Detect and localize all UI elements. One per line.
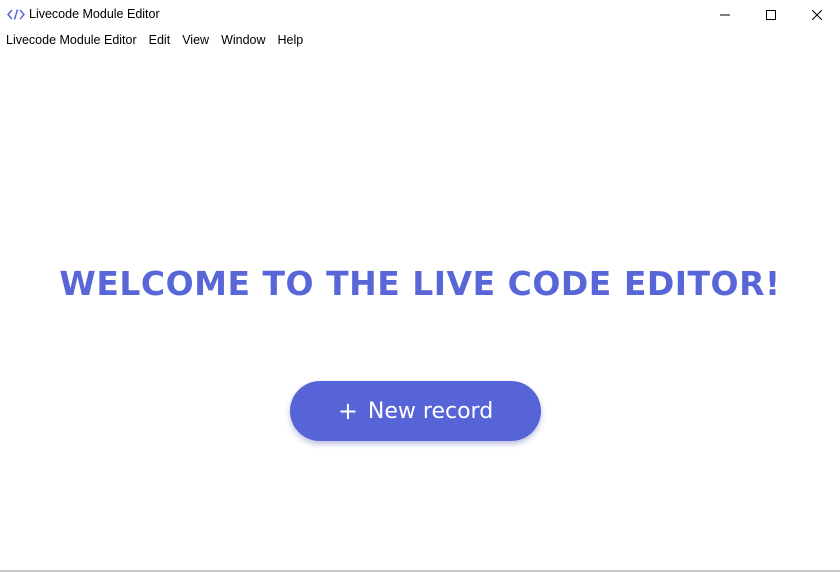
plus-icon: + <box>337 397 358 425</box>
menu-item-edit[interactable]: Edit <box>143 31 177 49</box>
minimize-button[interactable] <box>702 0 748 29</box>
new-record-button[interactable]: + New record <box>290 381 541 441</box>
title-bar[interactable]: Livecode Module Editor <box>0 0 840 29</box>
main-content: WELCOME TO THE LIVE CODE EDITOR! + New r… <box>0 52 840 570</box>
app-window: Livecode Module Editor Livecode Module E… <box>0 0 840 572</box>
menu-item-view[interactable]: View <box>176 31 215 49</box>
menu-item-help[interactable]: Help <box>272 31 310 49</box>
new-record-label: New record <box>367 398 494 424</box>
menu-item-app[interactable]: Livecode Module Editor <box>0 31 143 49</box>
close-icon <box>812 9 822 20</box>
minimize-icon <box>720 14 730 15</box>
window-title: Livecode Module Editor <box>29 7 160 21</box>
welcome-heading: WELCOME TO THE LIVE CODE EDITOR! <box>59 264 781 303</box>
menu-item-window[interactable]: Window <box>215 31 271 49</box>
maximize-button[interactable] <box>748 0 794 29</box>
close-button[interactable] <box>794 0 840 29</box>
menu-bar: Livecode Module Editor Edit View Window … <box>0 30 309 50</box>
code-brackets-icon <box>7 9 25 20</box>
maximize-icon <box>766 9 776 20</box>
